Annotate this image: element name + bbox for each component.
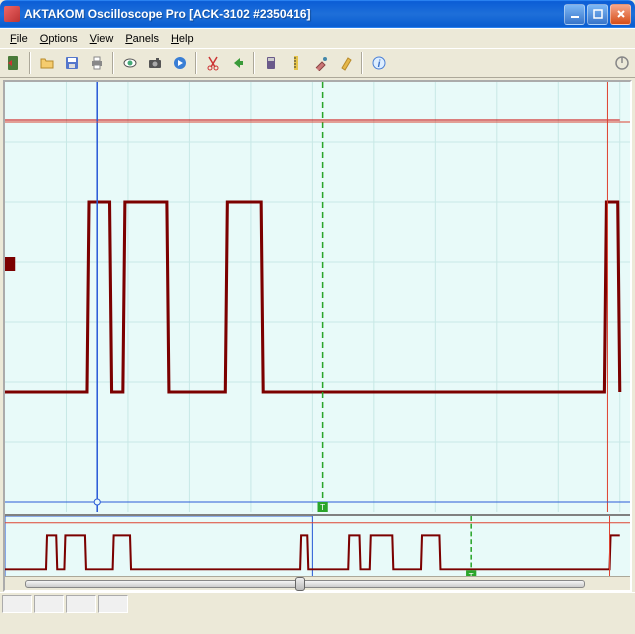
status-panel-2 xyxy=(34,595,64,613)
menu-panels[interactable]: Panels xyxy=(119,31,165,47)
status-panel-1 xyxy=(2,595,32,613)
menu-options[interactable]: Options xyxy=(34,31,84,47)
back-button[interactable] xyxy=(226,52,249,75)
status-panel-3 xyxy=(66,595,96,613)
power-button[interactable] xyxy=(610,52,633,75)
settings-button[interactable] xyxy=(259,52,282,75)
channel-a-marker-icon[interactable] xyxy=(5,257,15,271)
scope-main-display[interactable]: T xyxy=(5,82,630,512)
cut-button[interactable] xyxy=(201,52,224,75)
svg-text:i: i xyxy=(377,59,380,70)
status-panel-4 xyxy=(98,595,128,613)
scope-overview-display[interactable]: T xyxy=(5,514,630,580)
toolbar-separator xyxy=(361,52,363,74)
menu-view[interactable]: View xyxy=(84,31,120,47)
app-icon xyxy=(4,6,20,22)
menu-help[interactable]: Help xyxy=(165,31,200,47)
toolbar-separator xyxy=(195,52,197,74)
toolbar-separator xyxy=(29,52,31,74)
close-button[interactable] xyxy=(610,4,631,25)
measure-button[interactable] xyxy=(284,52,307,75)
save-button[interactable] xyxy=(60,52,83,75)
minimize-button[interactable] xyxy=(564,4,585,25)
statusbar xyxy=(0,592,635,614)
about-button[interactable]: i xyxy=(367,52,390,75)
print-button[interactable] xyxy=(85,52,108,75)
probe-button[interactable] xyxy=(309,52,332,75)
toolbar-separator xyxy=(112,52,114,74)
toolbar-separator xyxy=(253,52,255,74)
window-title: AKTAKOM Oscilloscope Pro [ACK-3102 #2350… xyxy=(24,7,562,21)
scope-workspace: T T xyxy=(3,80,632,592)
exit-button[interactable] xyxy=(2,52,25,75)
horizontal-scrollbar[interactable] xyxy=(5,576,630,590)
run-button[interactable] xyxy=(168,52,191,75)
scrollbar-thumb[interactable] xyxy=(25,580,585,588)
cursor-intersection-icon xyxy=(94,499,100,505)
snapshot-button[interactable] xyxy=(143,52,166,75)
toolbar: i xyxy=(0,48,635,78)
watch-button[interactable] xyxy=(118,52,141,75)
menu-file[interactable]: File xyxy=(4,31,34,47)
scrollbar-knob[interactable] xyxy=(295,577,305,591)
svg-text:T: T xyxy=(320,503,325,512)
titlebar: AKTAKOM Oscilloscope Pro [ACK-3102 #2350… xyxy=(0,0,635,28)
menubar: File Options View Panels Help xyxy=(0,28,635,48)
marker-button[interactable] xyxy=(334,52,357,75)
open-button[interactable] xyxy=(35,52,58,75)
maximize-button[interactable] xyxy=(587,4,608,25)
